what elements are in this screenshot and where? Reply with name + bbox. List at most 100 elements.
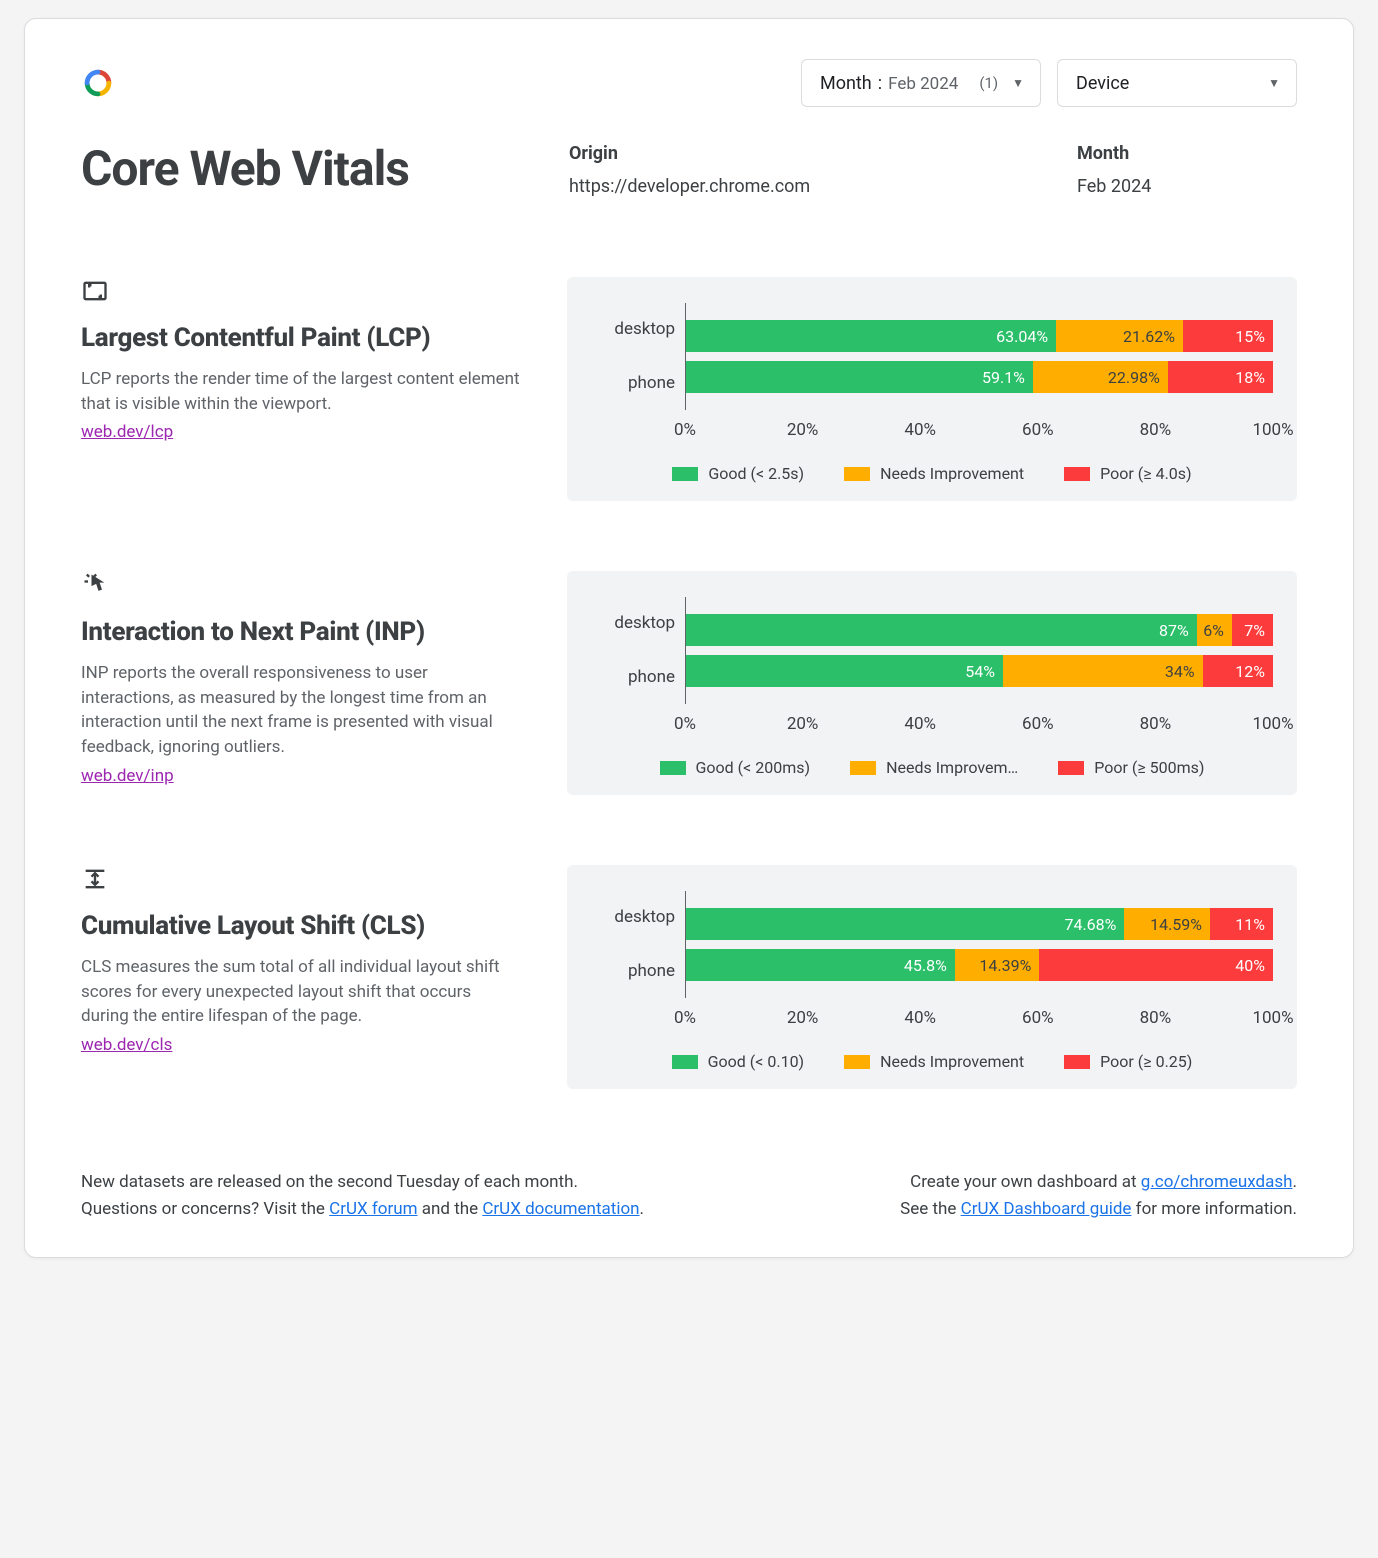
bar-row: 59.1%22.98%18%: [686, 361, 1273, 393]
segment-good: 87%: [686, 614, 1197, 646]
x-tick: 40%: [904, 1008, 936, 1028]
segment-ni: 34%: [1003, 655, 1203, 687]
legend-item-poor: Poor (≥ 0.25): [1064, 1052, 1192, 1071]
x-tick: 20%: [787, 714, 819, 734]
vital-desc: LCP reports the render time of the large…: [81, 367, 521, 416]
segment-poor: 40%: [1039, 949, 1273, 981]
legend-label: Needs Improvem…: [886, 758, 1018, 777]
crux-forum-link[interactable]: CrUX forum: [329, 1199, 417, 1219]
device-selector-label: Device: [1076, 73, 1129, 94]
footer-left: New datasets are released on the second …: [81, 1169, 644, 1223]
legend-swatch: [1064, 1055, 1090, 1069]
legend-swatch: [844, 1055, 870, 1069]
segment-poor: 18%: [1168, 361, 1273, 393]
month-selector-label: Month: [820, 73, 872, 94]
vital-link[interactable]: web.dev/lcp: [81, 422, 173, 442]
legend-item-ni: Needs Improvem…: [850, 758, 1018, 777]
bar-row: 45.8%14.39%40%: [686, 949, 1273, 981]
origin-field: Origin https://developer.chrome.com: [569, 143, 1029, 197]
legend-label: Poor (≥ 0.25): [1100, 1052, 1192, 1071]
page-title: Core Web Vitals: [81, 143, 521, 196]
segment-good: 74.68%: [686, 908, 1124, 940]
x-tick: 100%: [1252, 714, 1293, 734]
footer-right: Create your own dashboard at g.co/chrome…: [900, 1169, 1297, 1223]
x-tick: 100%: [1252, 420, 1293, 440]
chromeuxdash-link[interactable]: g.co/chromeuxdash: [1141, 1172, 1293, 1192]
legend-item-poor: Poor (≥ 4.0s): [1064, 464, 1191, 483]
month-selector-count: (1): [979, 74, 998, 92]
x-tick: 80%: [1140, 714, 1172, 734]
vital-description: Interaction to Next Paint (INP)INP repor…: [81, 571, 521, 795]
month-label: Month: [1077, 143, 1297, 164]
x-tick: 40%: [904, 714, 936, 734]
topbar: Month: Feb 2024 (1) ▼ Device ▼: [81, 59, 1297, 107]
chart-legend: Good (< 2.5s) Needs Improvement Poor (≥ 4.…: [591, 464, 1273, 483]
legend-label: Poor (≥ 500ms): [1094, 758, 1204, 777]
x-tick: 20%: [787, 1008, 819, 1028]
segment-poor: 12%: [1203, 655, 1273, 687]
crux-docs-link[interactable]: CrUX documentation: [482, 1199, 639, 1219]
x-tick: 40%: [904, 420, 936, 440]
vital-description: Cumulative Layout Shift (CLS)CLS measure…: [81, 865, 521, 1089]
legend-item-good: Good (< 200ms): [660, 758, 811, 777]
x-tick: 20%: [787, 420, 819, 440]
legend-label: Needs Improvement: [880, 1052, 1024, 1071]
x-tick: 60%: [1022, 420, 1054, 440]
selectors: Month: Feb 2024 (1) ▼ Device ▼: [801, 59, 1297, 107]
x-tick: 100%: [1252, 1008, 1293, 1028]
vital-inp: Interaction to Next Paint (INP)INP repor…: [81, 571, 1297, 795]
vital-desc: CLS measures the sum total of all indivi…: [81, 955, 521, 1029]
lcp-icon: [81, 277, 521, 311]
bar-row: 63.04%21.62%15%: [686, 320, 1273, 352]
footer-left-line2: Questions or concerns? Visit the CrUX fo…: [81, 1196, 644, 1223]
footer-right-line1: Create your own dashboard at g.co/chrome…: [900, 1169, 1297, 1196]
y-label: phone: [591, 367, 675, 399]
segment-poor: 15%: [1183, 320, 1273, 352]
header-row: Core Web Vitals Origin https://developer…: [81, 143, 1297, 197]
caret-down-icon: ▼: [1268, 76, 1280, 90]
chart-lcp: desktopphone63.04%21.62%15%59.1%22.98%18…: [567, 277, 1297, 501]
chart-ylabels: desktopphone: [591, 891, 685, 998]
x-tick: 60%: [1022, 1008, 1054, 1028]
segment-poor: 7%: [1232, 614, 1273, 646]
footer-right-line2: See the CrUX Dashboard guide for more in…: [900, 1196, 1297, 1223]
chart-ylabels: desktop phone: [591, 597, 685, 704]
origin-value: https://developer.chrome.com: [569, 176, 1029, 197]
bar-row: 87%6%7%: [686, 614, 1273, 646]
dashboard-guide-link[interactable]: CrUX Dashboard guide: [961, 1199, 1132, 1219]
device-selector[interactable]: Device ▼: [1057, 59, 1297, 107]
chart-legend: Good (< 200ms) Needs Improvem… Poor (≥ 500…: [591, 758, 1273, 777]
vital-desc: INP reports the overall responsiveness t…: [81, 661, 521, 760]
x-tick: 80%: [1140, 1008, 1172, 1028]
vital-description: Largest Contentful Paint (LCP)LCP report…: [81, 277, 521, 501]
caret-down-icon: ▼: [1012, 76, 1024, 90]
footer: New datasets are released on the second …: [81, 1169, 1297, 1223]
legend-swatch: [850, 761, 876, 775]
vital-link[interactable]: web.dev/cls: [81, 1035, 172, 1055]
legend-label: Good (< 200ms): [696, 758, 811, 777]
chart-bars: 87%6%7%54%34%12%: [685, 597, 1273, 704]
month-selector[interactable]: Month: Feb 2024 (1) ▼: [801, 59, 1041, 107]
x-tick: 0%: [674, 1008, 696, 1028]
vital-link[interactable]: web.dev/inp: [81, 766, 174, 786]
legend-swatch: [672, 1055, 698, 1069]
bar-row: 74.68%14.59%11%: [686, 908, 1273, 940]
chart-bars: 63.04%21.62%15% 59.1%22.98%18%: [685, 303, 1273, 410]
chart-bars: 74.68%14.59%11% 45.8%14.39%40%: [685, 891, 1273, 998]
vital-cls: Cumulative Layout Shift (CLS)CLS measure…: [81, 865, 1297, 1089]
y-label: phone: [591, 661, 675, 693]
legend-item-ni: Needs Improvement: [844, 1052, 1024, 1071]
legend-label: Needs Improvement: [880, 464, 1024, 483]
month-value: Feb 2024: [1077, 176, 1297, 197]
chart-xaxis: 0%20%40%60%80%100%: [685, 714, 1273, 736]
legend-item-good: Good (< 0.10): [672, 1052, 804, 1071]
legend-swatch: [844, 467, 870, 481]
segment-poor: 11%: [1210, 908, 1273, 940]
y-label: desktop: [591, 608, 675, 640]
footer-left-line1: New datasets are released on the second …: [81, 1169, 644, 1196]
legend-item-good: Good (< 2.5s): [672, 464, 804, 483]
segment-good: 59.1%: [686, 361, 1033, 393]
segment-ni: 14.39%: [955, 949, 1039, 981]
x-tick: 0%: [674, 420, 696, 440]
crux-logo-icon: [81, 66, 115, 100]
